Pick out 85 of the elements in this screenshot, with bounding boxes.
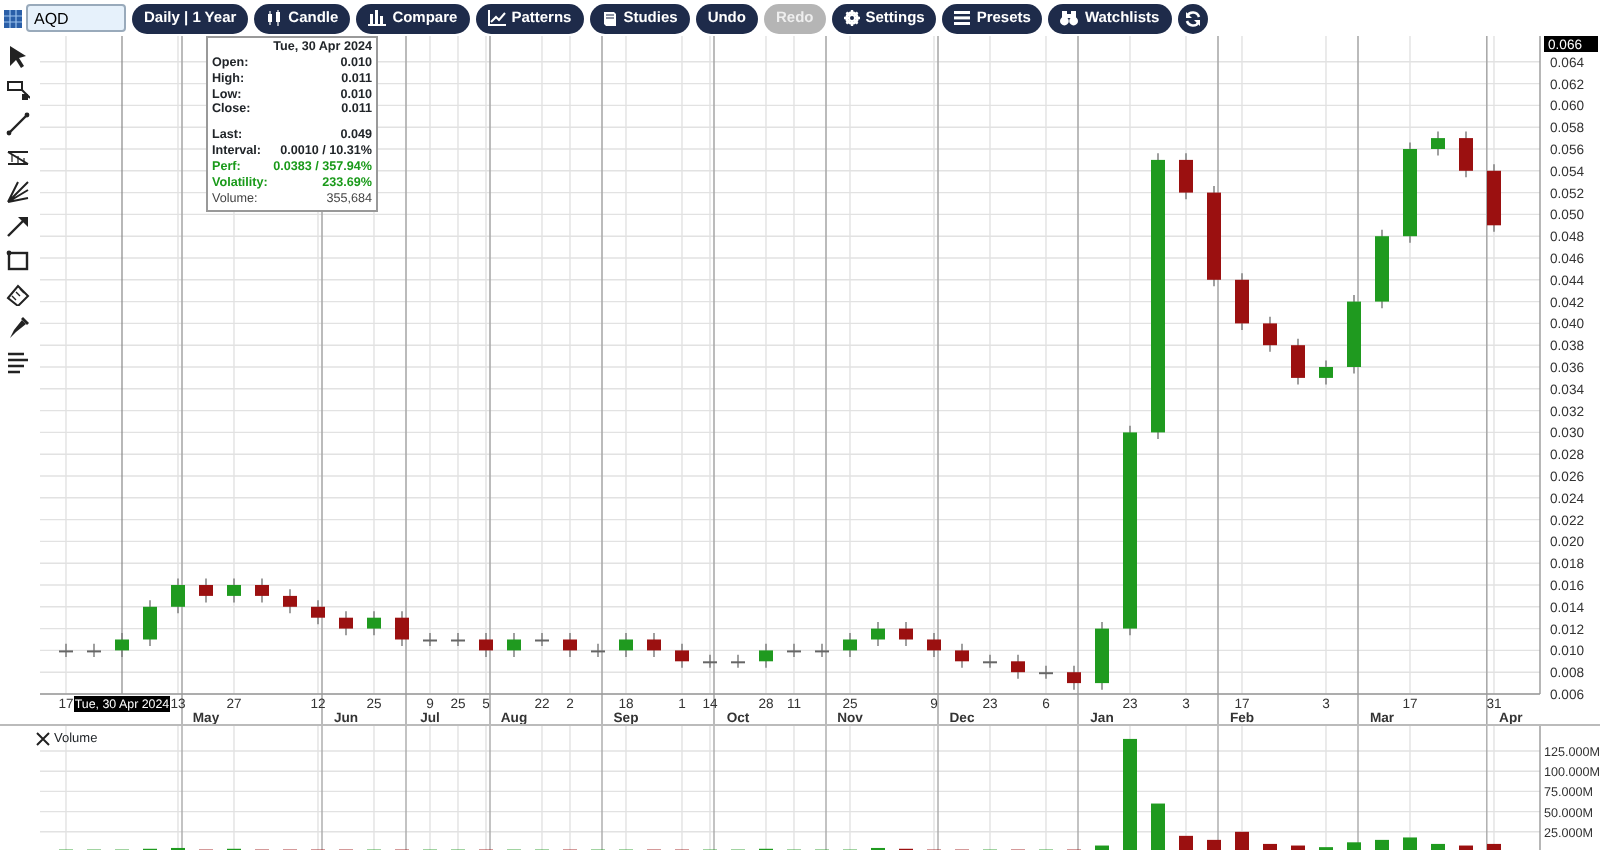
candlestick (1347, 294, 1361, 375)
volume-bar (1179, 835, 1193, 850)
candlestick (647, 632, 661, 658)
candlestick (983, 654, 997, 669)
candlestick (199, 577, 213, 604)
candlestick (1235, 272, 1249, 331)
candlestick (1039, 664, 1053, 680)
volume-bar (1347, 842, 1361, 850)
volume-bar (1263, 843, 1277, 850)
candlestick (815, 643, 829, 658)
close-icon[interactable] (36, 732, 50, 747)
volume-bar (1403, 837, 1417, 850)
ruler-icon[interactable] (6, 282, 30, 306)
candlestick (59, 643, 73, 658)
binoculars-icon (1060, 10, 1079, 26)
candle-icon (266, 10, 283, 26)
line-icon[interactable] (6, 112, 30, 136)
candlestick (143, 599, 157, 647)
candlestick (227, 577, 241, 604)
candlestick (927, 632, 941, 658)
candlestick (535, 632, 549, 647)
candlestick (955, 643, 969, 669)
candlestick (619, 632, 633, 658)
candlestick (367, 610, 381, 636)
candlestick (731, 654, 745, 669)
candlestick (703, 654, 717, 669)
volume-bar (1431, 843, 1445, 850)
settings-icon (843, 10, 860, 26)
volume-bar (1375, 839, 1389, 850)
candlestick (591, 643, 605, 658)
candlestick (843, 632, 857, 658)
channel-icon[interactable] (6, 146, 30, 170)
candlestick (871, 621, 885, 647)
chart-icon[interactable] (4, 9, 22, 27)
fan-lines-icon[interactable] (6, 180, 30, 204)
candlestick (1263, 316, 1277, 353)
volume-bar (1487, 843, 1501, 850)
bar-chart-icon (368, 10, 387, 26)
refresh-icon (1183, 9, 1202, 27)
candlestick (1067, 664, 1081, 691)
square-icon[interactable] (6, 248, 30, 272)
candlestick (1011, 654, 1025, 680)
volume-bar (1207, 839, 1221, 850)
candlestick (1403, 141, 1417, 244)
candlestick (171, 577, 185, 615)
candlestick (395, 610, 409, 647)
candlestick (1375, 228, 1389, 309)
volume-bar (1459, 845, 1473, 850)
volume-bar (1291, 845, 1305, 850)
volume-bar (1095, 845, 1109, 850)
volume-bar (1151, 803, 1165, 850)
book-icon (601, 10, 618, 26)
line-chart-icon (487, 10, 506, 26)
volume-bar (1123, 738, 1137, 850)
candlestick (675, 643, 689, 669)
paintbrush-icon[interactable] (6, 316, 30, 340)
list-icon (954, 10, 971, 26)
candlestick (563, 632, 577, 658)
candlestick (479, 632, 493, 658)
text-lines-icon[interactable] (6, 350, 30, 374)
candlestick (787, 643, 801, 658)
candlestick (283, 588, 297, 615)
candlestick (1179, 152, 1193, 200)
pointer-icon[interactable] (6, 44, 30, 68)
refresh-button[interactable] (1177, 3, 1208, 33)
candlestick (759, 643, 773, 669)
candlestick (311, 599, 325, 625)
candlestick (1319, 359, 1333, 386)
symbol-field[interactable]: AQD (26, 4, 126, 32)
arrow-icon[interactable] (6, 214, 30, 238)
candlestick (115, 632, 129, 658)
rectangle-line-icon[interactable] (6, 78, 30, 102)
candlestick (1095, 621, 1109, 691)
candlestick (1487, 163, 1501, 233)
candlestick (339, 610, 353, 636)
candlestick (1459, 130, 1473, 179)
candlestick (1291, 337, 1305, 386)
candlestick (255, 577, 269, 604)
candlestick (899, 621, 913, 647)
candlestick (1431, 130, 1445, 157)
candlestick (507, 632, 521, 658)
candlestick (1207, 185, 1221, 288)
candlestick (87, 643, 101, 658)
candlestick (451, 632, 465, 647)
candlestick (423, 632, 437, 647)
